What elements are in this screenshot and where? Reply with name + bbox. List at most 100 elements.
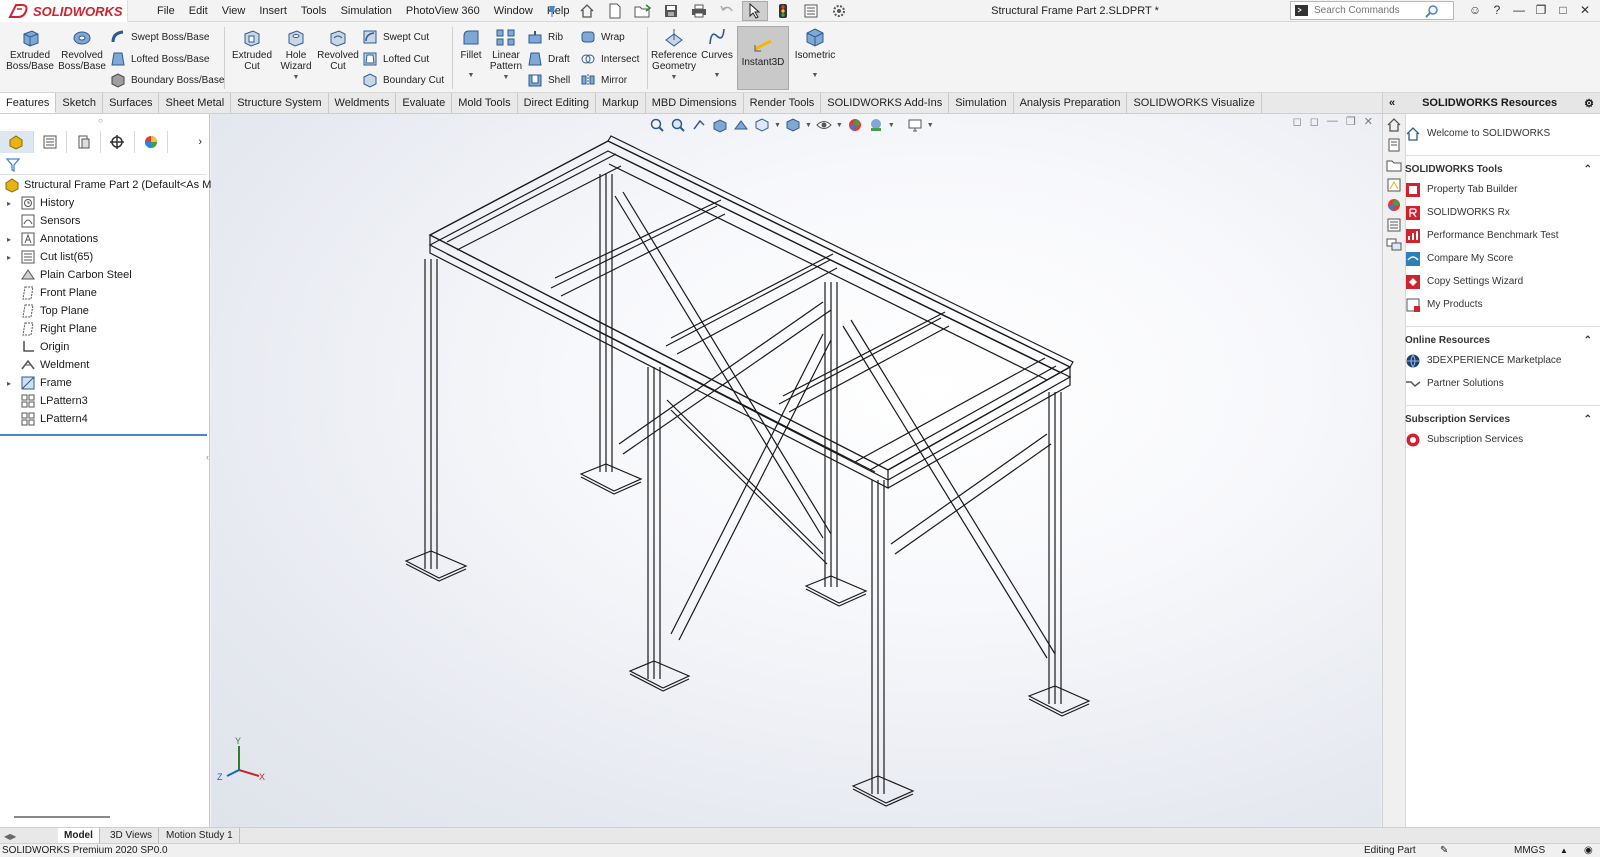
- view-palette-tab[interactable]: [1385, 176, 1403, 194]
- rebuild-button[interactable]: [770, 1, 796, 21]
- property-manager-tab[interactable]: [34, 131, 68, 153]
- panel-grip-icon[interactable]: ○: [98, 116, 103, 125]
- tab-mold-tools[interactable]: Mold Tools: [452, 93, 518, 113]
- hole-wizard-button[interactable]: Hole Wizard ▼: [276, 26, 316, 83]
- tree-filter[interactable]: [0, 155, 206, 175]
- tree-item-lpattern4[interactable]: LPattern4: [0, 410, 208, 428]
- menu-insert[interactable]: Insert: [252, 0, 294, 22]
- tab-markup[interactable]: Markup: [596, 93, 646, 113]
- tab-features[interactable]: Features: [0, 93, 57, 113]
- curves-button[interactable]: Curves ▼: [700, 26, 734, 81]
- tab-motion-study[interactable]: Motion Study 1: [160, 828, 240, 844]
- swept-boss-button[interactable]: Swept Boss/Base: [110, 28, 209, 46]
- save-button[interactable]: [658, 1, 684, 21]
- tree-item-material[interactable]: Plain Carbon Steel: [0, 266, 208, 284]
- extruded-cut-button[interactable]: Extruded Cut: [230, 26, 274, 72]
- lofted-boss-button[interactable]: Lofted Boss/Base: [110, 50, 209, 68]
- search-input[interactable]: [1310, 5, 1425, 16]
- revolved-cut-button[interactable]: Revolved Cut: [316, 26, 360, 72]
- expand-arrow-icon[interactable]: ▸: [4, 235, 14, 244]
- tree-root-part[interactable]: Structural Frame Part 2 (Default<As Mach: [0, 176, 229, 194]
- isometric-button[interactable]: Isometric ▼: [792, 26, 838, 81]
- intersect-button[interactable]: Intersect: [580, 50, 639, 68]
- collapse-chevron-icon[interactable]: ⌃: [1584, 335, 1592, 346]
- tree-item-weldment[interactable]: Weldment: [0, 356, 208, 374]
- open-button[interactable]: [630, 1, 656, 21]
- curves-dropdown-icon[interactable]: ▼: [714, 70, 721, 81]
- tab-scroll-arrows-icon[interactable]: ◀▶: [4, 832, 40, 841]
- tabs-scroll-right-icon[interactable]: ›: [168, 131, 208, 153]
- tree-item-frame[interactable]: ▸ Frame: [0, 374, 208, 392]
- tab-sheet-metal[interactable]: Sheet Metal: [159, 93, 232, 113]
- status-units[interactable]: MMGS: [1514, 844, 1545, 857]
- expand-arrow-icon[interactable]: ▸: [4, 379, 14, 388]
- tab-visualize[interactable]: SOLIDWORKS Visualize: [1127, 93, 1262, 113]
- boundary-cut-button[interactable]: Boundary Cut: [362, 71, 444, 89]
- my-products-link[interactable]: My Products: [1405, 293, 1600, 316]
- menu-edit[interactable]: Edit: [182, 0, 215, 22]
- home-button[interactable]: [574, 1, 600, 21]
- menu-simulation[interactable]: Simulation: [334, 0, 399, 22]
- tree-item-origin[interactable]: Origin: [0, 338, 208, 356]
- dimxpert-tab[interactable]: [101, 131, 135, 153]
- minimize-button[interactable]: —: [1510, 1, 1528, 19]
- tab-analysis-preparation[interactable]: Analysis Preparation: [1014, 93, 1128, 113]
- user-icon[interactable]: ☺: [1466, 1, 1484, 19]
- file-explorer-tab[interactable]: [1385, 156, 1403, 174]
- tab-structure-system[interactable]: Structure System: [231, 93, 329, 113]
- fillet-dropdown-icon[interactable]: ▼: [468, 70, 475, 81]
- menu-window[interactable]: Window: [487, 0, 540, 22]
- rib-button[interactable]: Rib: [527, 28, 563, 46]
- feature-tree-tab[interactable]: [0, 131, 34, 153]
- solidworks-rx-link[interactable]: SOLIDWORKS Rx: [1405, 201, 1600, 224]
- search-commands[interactable]: [1290, 1, 1454, 20]
- revolved-boss-button[interactable]: Revolved Boss/Base: [58, 26, 106, 72]
- subscription-services-link[interactable]: Subscription Services: [1405, 428, 1600, 451]
- design-library-tab[interactable]: [1385, 136, 1403, 154]
- help-icon[interactable]: ?: [1488, 1, 1506, 19]
- reference-geometry-button[interactable]: Reference Geometry ▼: [651, 26, 697, 83]
- options-button[interactable]: [826, 1, 852, 21]
- tab-render-tools[interactable]: Render Tools: [744, 93, 822, 113]
- property-tab-builder-link[interactable]: Property Tab Builder: [1405, 178, 1600, 201]
- online-resources-header[interactable]: Online Resources ⌃: [1405, 331, 1600, 349]
- tree-item-history[interactable]: ▸ History: [0, 194, 208, 212]
- expand-arrow-icon[interactable]: ▸: [4, 253, 14, 262]
- units-dropdown-icon[interactable]: ▲: [1560, 844, 1568, 857]
- tab-direct-editing[interactable]: Direct Editing: [518, 93, 596, 113]
- collapse-chevron-icon[interactable]: ⌃: [1584, 164, 1592, 175]
- menu-tools[interactable]: Tools: [294, 0, 334, 22]
- 3dexperience-marketplace-link[interactable]: 3DEXPERIENCE Marketplace: [1405, 349, 1600, 372]
- welcome-link[interactable]: Welcome to SOLIDWORKS: [1405, 122, 1600, 145]
- isometric-dropdown-icon[interactable]: ▼: [812, 70, 819, 81]
- tab-sketch[interactable]: Sketch: [56, 93, 104, 113]
- collapse-chevron-icon[interactable]: ⌃: [1584, 414, 1592, 425]
- edit-tools-icon[interactable]: ✎: [1440, 844, 1448, 857]
- tree-item-lpattern3[interactable]: LPattern3: [0, 392, 208, 410]
- new-document-button[interactable]: [602, 1, 628, 21]
- horizontal-scrollbar[interactable]: [14, 816, 110, 818]
- tree-item-annotations[interactable]: ▸ Annotations: [0, 230, 208, 248]
- tab-weldments[interactable]: Weldments: [329, 93, 397, 113]
- task-pane-options-icon[interactable]: ⚙: [1584, 97, 1594, 110]
- performance-benchmark-link[interactable]: Performance Benchmark Test: [1405, 224, 1600, 247]
- expand-arrow-icon[interactable]: ▸: [4, 199, 14, 208]
- tab-model[interactable]: Model: [58, 828, 100, 844]
- pin-menu-icon[interactable]: [545, 4, 559, 18]
- tab-add-ins[interactable]: SOLIDWORKS Add-Ins: [821, 93, 950, 113]
- menu-photoview[interactable]: PhotoView 360: [399, 0, 487, 22]
- mirror-button[interactable]: Mirror: [580, 71, 627, 89]
- subscription-services-header[interactable]: Subscription Services ⌃: [1405, 410, 1600, 428]
- tree-item-front-plane[interactable]: Front Plane: [0, 284, 208, 302]
- boundary-boss-button[interactable]: Boundary Boss/Base: [110, 71, 224, 89]
- tab-mbd-dimensions[interactable]: MBD Dimensions: [646, 93, 744, 113]
- tree-item-sensors[interactable]: Sensors: [0, 212, 208, 230]
- file-properties-button[interactable]: [798, 1, 824, 21]
- maximize-button[interactable]: □: [1554, 1, 1572, 19]
- tab-simulation[interactable]: Simulation: [949, 93, 1014, 113]
- draft-button[interactable]: Draft: [527, 50, 570, 68]
- menu-view[interactable]: View: [215, 0, 253, 22]
- swept-cut-button[interactable]: Swept Cut: [362, 28, 429, 46]
- status-help-icon[interactable]: ◉: [1584, 844, 1593, 857]
- custom-properties-tab[interactable]: [1385, 216, 1403, 234]
